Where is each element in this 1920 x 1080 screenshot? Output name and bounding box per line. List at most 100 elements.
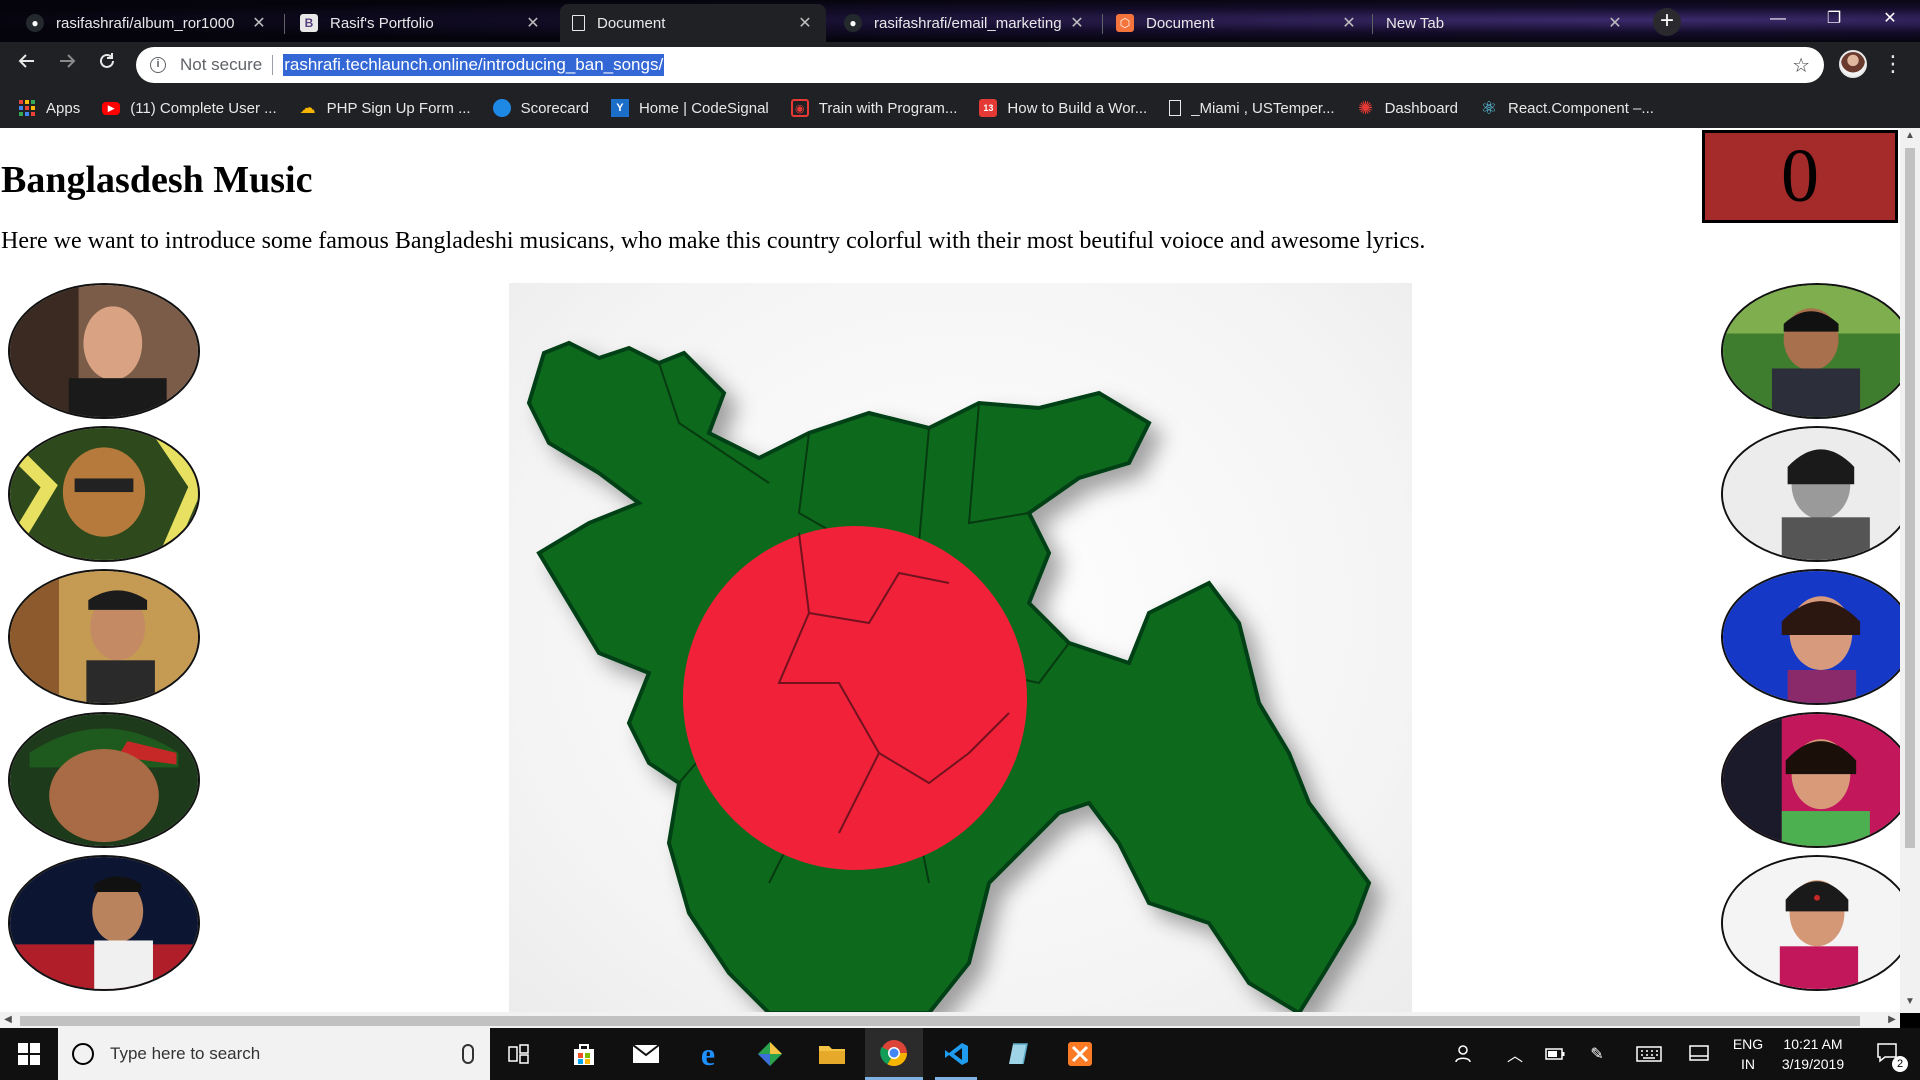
bookmark-react-component[interactable]: ⚛ React.Component –... [1480,98,1654,118]
scroll-down-arrow-icon[interactable]: ▼ [1900,996,1920,1007]
musician-portrait[interactable] [1721,855,1913,991]
tab-new-tab[interactable]: New Tab ✕ [1374,4,1636,42]
new-tab-button[interactable]: + [1653,8,1681,36]
bookmark-miami[interactable]: _Miami , USTemper... [1169,99,1335,117]
minimize-button[interactable]: — [1750,0,1806,40]
horizontal-scrollbar[interactable]: ◀ ▶ [0,1012,1900,1028]
language-indicator[interactable]: ENG IN [1726,1034,1770,1074]
kebab-menu-icon[interactable]: ⋮ [1882,50,1904,78]
musician-portrait[interactable] [1721,569,1913,705]
show-hidden-icons-chevron-icon[interactable]: ︿ [1500,1028,1530,1080]
task-view-button[interactable] [490,1028,548,1080]
pen-icon[interactable]: ✎ [1582,1028,1612,1080]
keyboard-icon[interactable] [1632,1028,1666,1080]
bookmark-label: (11) Complete User ... [130,99,277,117]
language-code: ENG [1732,1036,1764,1052]
scroll-left-arrow-icon[interactable]: ◀ [0,1012,16,1028]
battery-icon[interactable] [1540,1028,1570,1080]
musician-portrait[interactable] [1721,712,1913,848]
browser-toolbar: i Not secure rashrafi.techlaunch.online/… [0,42,1920,88]
tab-album-ror1000[interactable]: ● rasifashrafi/album_ror1000 ✕ [14,4,280,42]
mail-button[interactable] [617,1028,675,1080]
bangladesh-flag-map [509,283,1412,1013]
vertical-scroll-thumb[interactable] [1905,148,1915,848]
tab-separator [1102,14,1103,34]
close-tab-icon[interactable]: ✕ [1606,13,1624,33]
musician-portrait[interactable] [8,712,200,848]
clock-time: 10:21 AM [1783,1036,1843,1052]
language-region: IN [1741,1056,1755,1072]
scroll-right-arrow-icon[interactable]: ▶ [1884,1012,1900,1028]
windows-taskbar: Type here to search e ︿ ✎ ENG IN 10:21 A… [0,1028,1920,1080]
click-counter[interactable]: 0 [1702,130,1898,223]
tab-title: New Tab [1386,14,1445,32]
vscode-button[interactable] [927,1028,985,1080]
horizontal-scroll-thumb[interactable] [20,1016,1860,1026]
musician-portrait[interactable] [8,855,200,991]
microphone-icon[interactable] [462,1044,474,1064]
back-button[interactable] [12,50,42,80]
bookmark-label: Home | CodeSignal [638,99,769,117]
people-icon[interactable] [1448,1028,1482,1080]
close-window-button[interactable]: ✕ [1862,0,1918,40]
gitkraken-button[interactable] [741,1028,799,1080]
bookmark-star-icon[interactable]: ☆ [1792,53,1810,78]
tab-document-codepen[interactable]: ⬡ Document ✕ [1104,4,1370,42]
close-tab-icon[interactable]: ✕ [1340,13,1358,33]
info-icon[interactable]: i [150,57,166,73]
forward-button[interactable] [52,50,82,80]
xampp-button[interactable] [1051,1028,1109,1080]
tab-document-active[interactable]: Document ✕ [560,4,826,42]
restore-button[interactable]: ❐ [1806,0,1862,40]
bookmark-label: Dashboard [1384,99,1458,117]
github-icon: ● [844,14,862,32]
reload-button[interactable] [92,50,122,80]
chrome-taskbar-button[interactable] [865,1028,923,1080]
page-title: Banglasdesh Music [1,159,313,201]
musician-portrait[interactable] [1721,283,1913,419]
bookmark-dashboard[interactable]: ✺ Dashboard [1357,98,1458,118]
bookmark-codesignal[interactable]: Y Home | CodeSignal [610,99,769,117]
notification-center-button[interactable]: 2 [1864,1028,1914,1080]
document-icon [572,15,585,31]
musician-portrait[interactable] [8,569,200,705]
bookmarks-bar: Apps ▶ (11) Complete User ... ☁ PHP Sign… [0,88,1920,128]
address-bar[interactable]: i Not secure rashrafi.techlaunch.online/… [136,47,1824,83]
bookmark-complete-user[interactable]: ▶ (11) Complete User ... [102,99,277,117]
file-explorer-button[interactable] [803,1028,861,1080]
close-tab-icon[interactable]: ✕ [524,13,542,33]
musician-portrait[interactable] [8,283,200,419]
bookmark-train-program[interactable]: ◉ Train with Program... [790,99,957,117]
vertical-scrollbar[interactable]: ▲ ▼ [1900,128,1920,1013]
musician-portrait[interactable] [1721,426,1913,562]
bookmark-build-world[interactable]: 13 How to Build a Wor... [979,99,1147,117]
bookmark-php-signup[interactable]: ☁ PHP Sign Up Form ... [299,99,471,118]
tab-portfolio[interactable]: B Rasif's Portfolio ✕ [288,4,554,42]
bookmark-apps[interactable]: Apps [18,99,80,117]
musician-portrait[interactable] [8,426,200,562]
close-tab-icon[interactable]: ✕ [796,13,814,33]
store-button[interactable] [555,1028,613,1080]
profile-avatar[interactable] [1839,50,1867,78]
notes-icon [1009,1043,1028,1065]
close-tab-icon[interactable]: ✕ [1068,13,1086,33]
tab-email-marketing[interactable]: ● rasifashrafi/email_marketing ✕ [832,4,1098,42]
page-intro: Here we want to introduce some famous Ba… [1,228,1426,254]
codesignal-icon: Y [610,99,629,117]
taskbar-search-box[interactable]: Type here to search [58,1028,490,1080]
bookmark-scorecard[interactable]: Scorecard [492,99,589,117]
task-view-icon [508,1044,529,1064]
scorecard-icon [492,99,511,117]
action-display-icon[interactable] [1682,1028,1716,1080]
tab-title: Document [1146,14,1215,32]
scroll-up-arrow-icon[interactable]: ▲ [1900,130,1920,141]
url-text[interactable]: rashrafi.techlaunch.online/introducing_b… [283,54,665,76]
edge-button[interactable]: e [679,1028,737,1080]
tab-title: rasifashrafi/email_marketing [874,14,1062,32]
system-clock[interactable]: 10:21 AM 3/19/2019 [1768,1034,1858,1074]
mail-icon [632,1044,660,1063]
close-tab-icon[interactable]: ✕ [250,13,268,33]
start-button[interactable] [0,1028,58,1080]
notes-app-button[interactable] [989,1028,1047,1080]
bookmark-label: _Miami , USTemper... [1191,99,1335,117]
